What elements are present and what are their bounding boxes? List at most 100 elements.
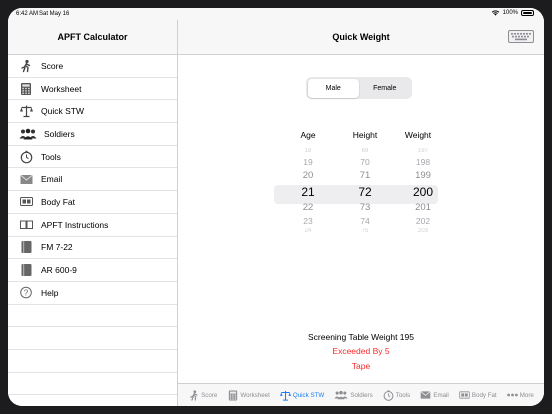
- main-panel: Quick Weight Male Female Age Height Weig…: [178, 20, 544, 406]
- sidebar-item-body-fat[interactable]: Body Fat: [8, 191, 177, 214]
- picker-row: 69: [361, 148, 369, 154]
- sidebar-item-label: Tools: [41, 151, 61, 162]
- sidebar-item-label: Soldiers: [44, 128, 75, 139]
- runner-icon: [19, 59, 33, 73]
- tab-email[interactable]: Email: [420, 390, 449, 401]
- picker-row: 70: [360, 157, 370, 167]
- tab-bar: Score Worksheet Quick STW Soldiers Tools…: [178, 383, 544, 406]
- sidebar-item-apft-instructions[interactable]: APFT Instructions: [8, 214, 177, 237]
- sidebar-item-email[interactable]: Email: [8, 168, 177, 192]
- tab-score[interactable]: Score: [188, 389, 218, 401]
- picker-row: 23: [303, 216, 313, 226]
- sidebar: APFT Calculator Score Worksheet Quick ST…: [8, 20, 178, 406]
- exceeded-by-text: Exceeded By 5: [332, 346, 390, 356]
- tab-label: Email: [433, 391, 449, 399]
- scale-icon: [19, 105, 33, 118]
- tab-body-fat[interactable]: Body Fat: [459, 390, 497, 401]
- tab-soldiers[interactable]: Soldiers: [334, 390, 373, 401]
- sidebar-item-score[interactable]: Score: [8, 55, 177, 78]
- tab-label: Tools: [395, 391, 411, 399]
- picker-selected-value: 200: [412, 185, 434, 199]
- empty-row: [8, 305, 177, 328]
- tab-quick-stw[interactable]: Quick STW: [279, 390, 324, 401]
- picker-row: 75: [361, 228, 369, 234]
- sidebar-item-label: Body Fat: [41, 196, 76, 207]
- more-icon: [506, 390, 518, 401]
- ipad-screen: 6:42 AM Sat May 16 100% APFT Calculator …: [8, 8, 544, 406]
- picker-selected-value: 72: [358, 185, 372, 199]
- keyboard-icon: [511, 33, 531, 41]
- empty-row: [8, 373, 177, 396]
- empty-row: [8, 350, 177, 373]
- soldiers-icon: [334, 390, 348, 401]
- question-icon: ?: [19, 286, 33, 299]
- column-header-weight: Weight: [404, 130, 432, 140]
- sidebar-item-label: Score: [41, 60, 64, 71]
- picker-row: 74: [360, 216, 370, 226]
- tape-measure-icon: [19, 195, 33, 208]
- tab-more[interactable]: More: [506, 390, 534, 401]
- stopwatch-icon: [383, 389, 394, 401]
- tab-tools[interactable]: Tools: [383, 389, 411, 401]
- runner-icon: [188, 389, 199, 401]
- battery-percent: 100%: [502, 10, 518, 16]
- sidebar-item-quick-stw[interactable]: Quick STW: [8, 100, 177, 124]
- sidebar-item-label: AR 600-9: [41, 265, 77, 276]
- sidebar-title: APFT Calculator: [8, 20, 177, 55]
- tape-status-text: Tape: [351, 361, 371, 371]
- picker-row: 203: [417, 228, 428, 234]
- battery-icon: [521, 10, 534, 16]
- sidebar-item-label: Quick STW: [41, 106, 84, 117]
- picker-row: 22: [302, 202, 314, 213]
- scale-icon: [279, 390, 291, 401]
- sidebar-item-tools[interactable]: Tools: [8, 146, 177, 169]
- sidebar-item-label: FM 7-22: [41, 242, 73, 253]
- picker-row: 201: [415, 202, 431, 213]
- status-date: Sat May 16: [39, 11, 70, 17]
- status-bar: 6:42 AM Sat May 16 100%: [8, 8, 544, 20]
- tab-worksheet[interactable]: Worksheet: [227, 390, 270, 401]
- column-header-age: Age: [300, 130, 316, 140]
- sidebar-item-fm-7-22[interactable]: FM 7-22: [8, 237, 177, 260]
- tab-label: More: [519, 391, 534, 399]
- picker-row: 24: [304, 228, 312, 234]
- segment-male[interactable]: Male: [307, 78, 359, 98]
- page-title: Quick Weight: [332, 32, 390, 42]
- picker-row: 19: [303, 157, 313, 167]
- picker-row: 18: [304, 148, 312, 154]
- picker-row: 198: [415, 157, 431, 167]
- sidebar-item-label: Email: [41, 174, 63, 185]
- sidebar-item-help[interactable]: ? Help: [8, 282, 177, 305]
- book-icon: [19, 241, 33, 254]
- sidebar-item-label: Help: [41, 287, 59, 298]
- sidebar-item-label: APFT Instructions: [41, 219, 109, 230]
- picker-row: 199: [415, 170, 431, 181]
- picker-row: 197: [417, 148, 428, 154]
- sidebar-item-ar-600-9[interactable]: AR 600-9: [8, 259, 177, 282]
- stopwatch-icon: [19, 150, 33, 163]
- segment-female[interactable]: Female: [359, 79, 411, 98]
- tab-label: Soldiers: [350, 391, 373, 399]
- keyboard-button[interactable]: [508, 30, 534, 43]
- status-right: 100%: [491, 10, 534, 16]
- picker-row: 202: [415, 216, 431, 226]
- book-icon: [19, 264, 33, 277]
- status-time: 6:42 AM: [16, 11, 39, 17]
- tab-label: Score: [201, 391, 218, 399]
- envelope-icon: [19, 173, 33, 186]
- wifi-icon: [491, 10, 499, 16]
- empty-row: [8, 327, 177, 350]
- tab-label: Body Fat: [471, 391, 497, 399]
- sidebar-item-worksheet[interactable]: Worksheet: [8, 78, 177, 101]
- tab-label: Worksheet: [240, 391, 270, 399]
- soldiers-icon: [19, 127, 37, 140]
- column-header-height: Height: [352, 130, 378, 140]
- svg-text:?: ?: [24, 289, 29, 298]
- sidebar-item-soldiers[interactable]: Soldiers: [8, 123, 177, 146]
- sidebar-list: Score Worksheet Quick STW Soldiers Tools…: [8, 55, 177, 396]
- picker-row: 71: [359, 170, 371, 181]
- envelope-icon: [420, 390, 431, 401]
- picker-selected-value: 21: [301, 185, 315, 199]
- nav-bar: Quick Weight: [178, 20, 544, 55]
- gender-segmented-control: Male Female: [306, 77, 412, 99]
